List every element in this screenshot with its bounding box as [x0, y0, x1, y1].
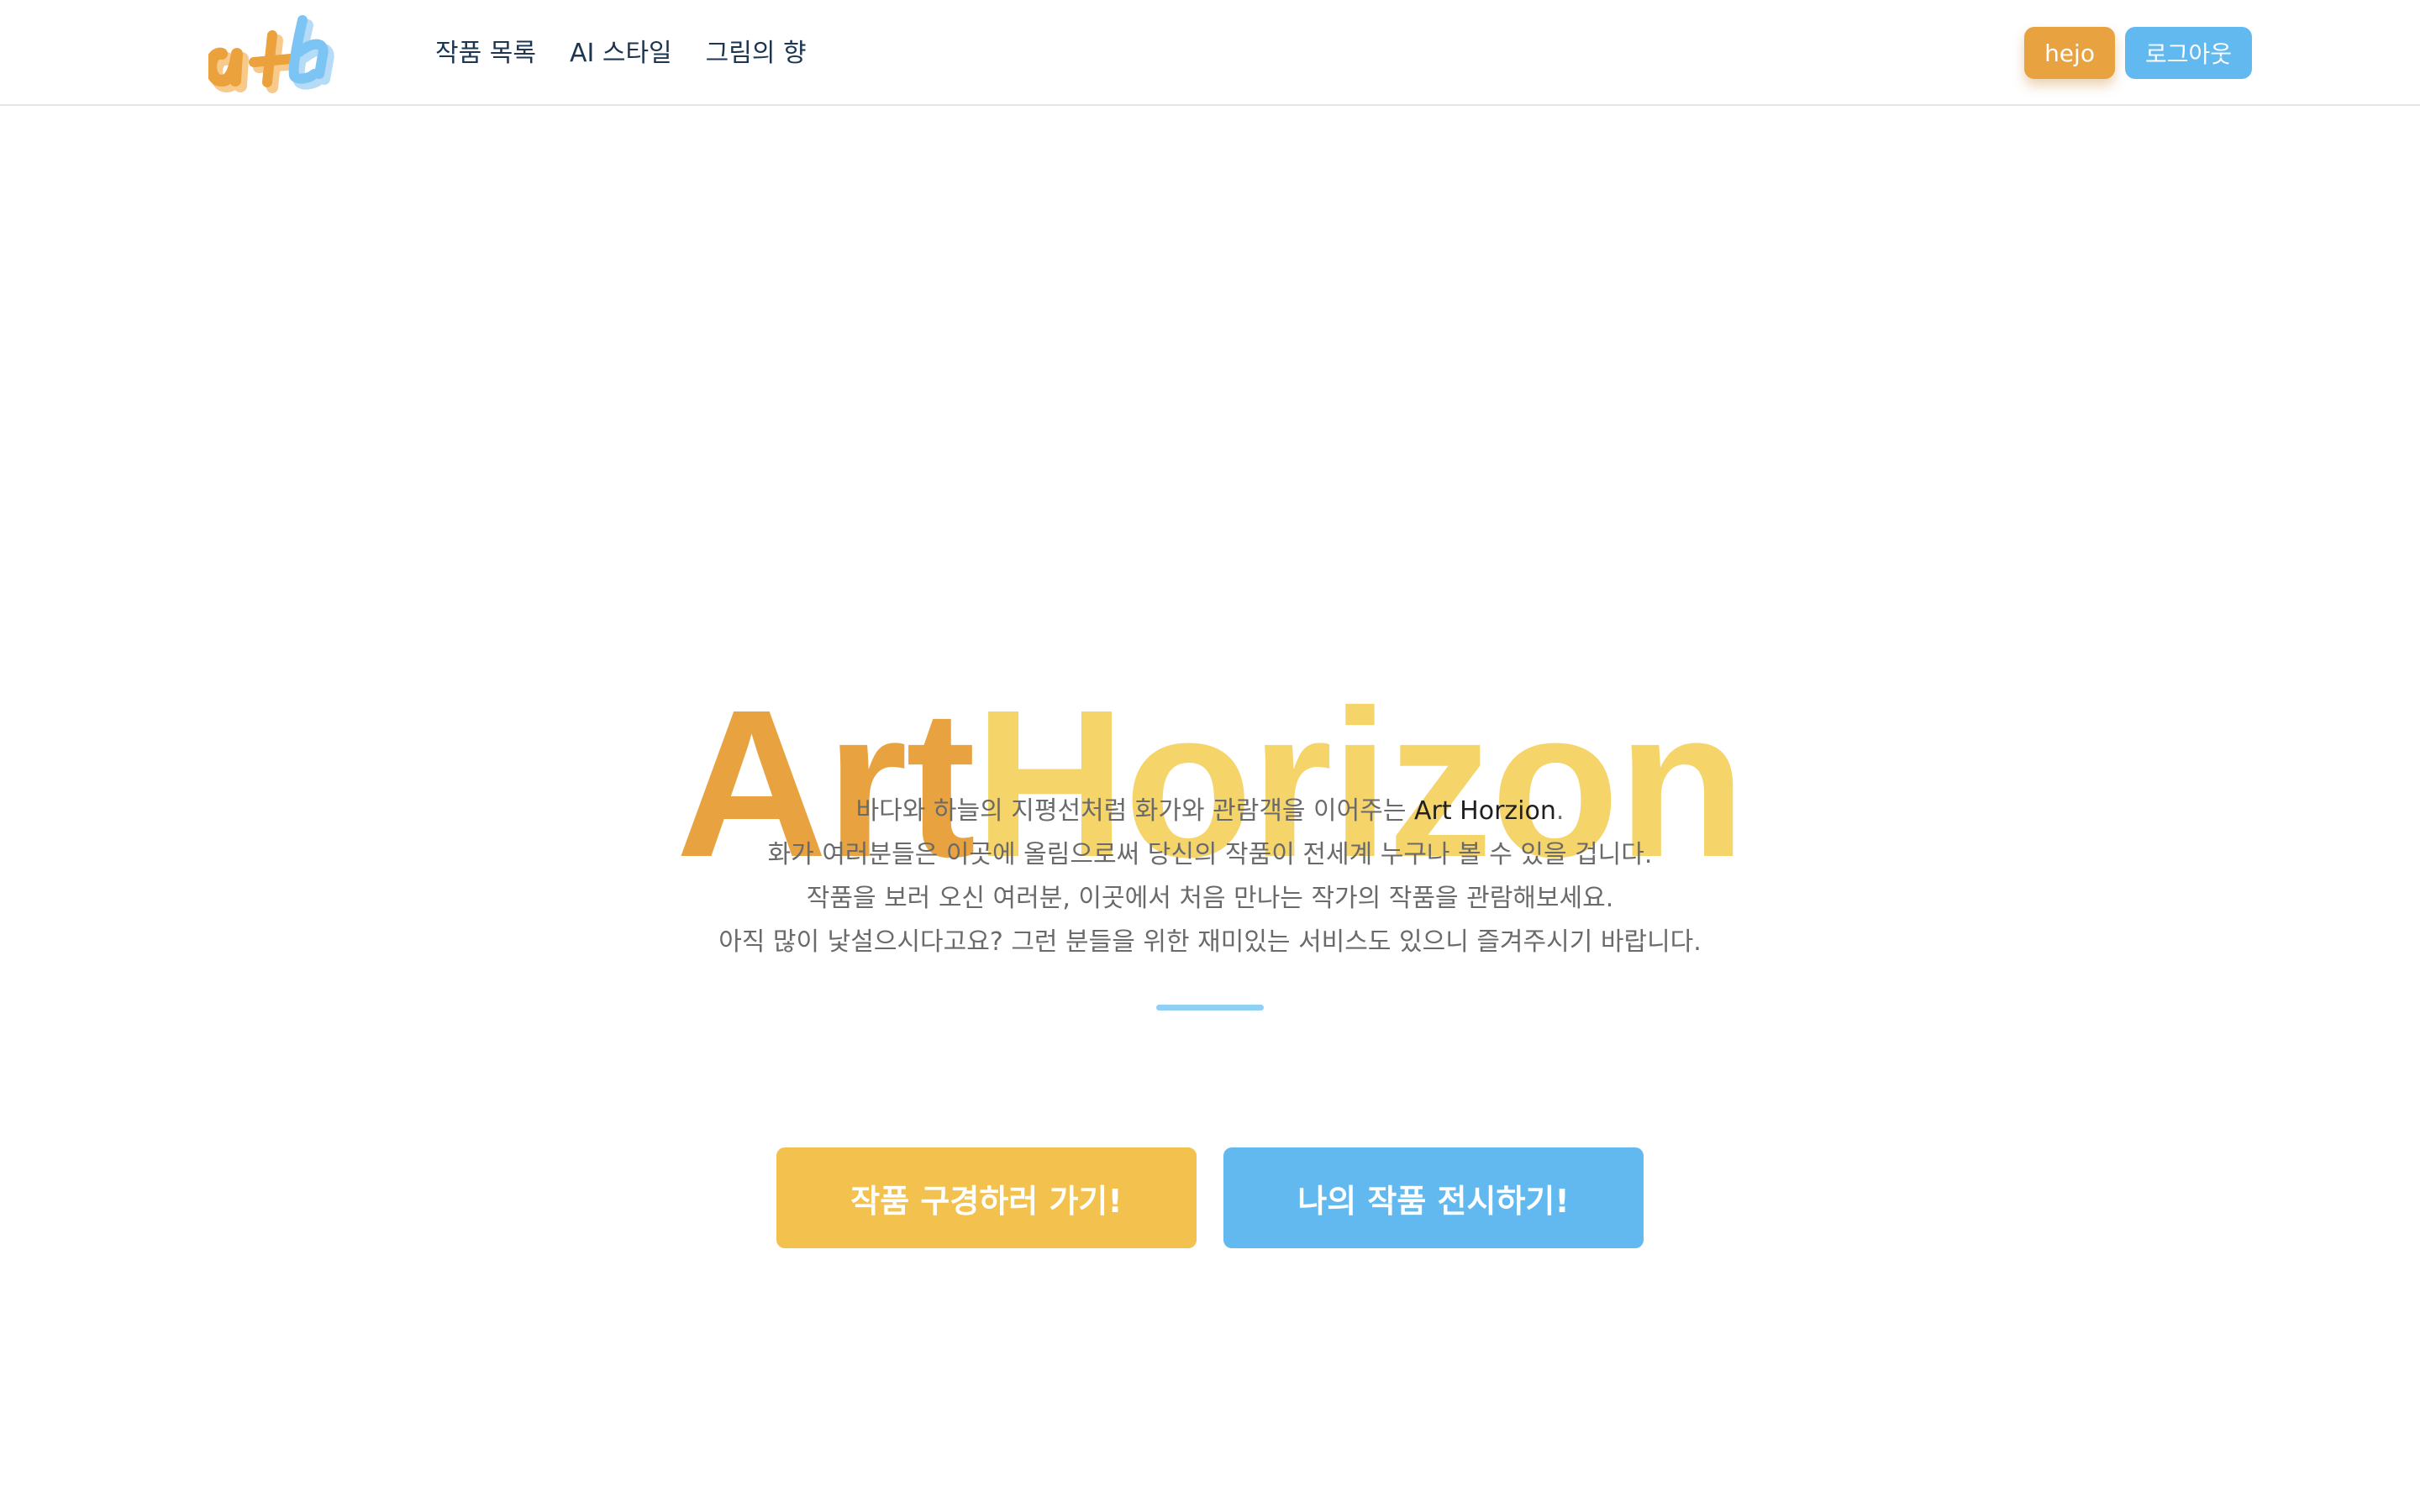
user-profile-button[interactable]: hejo	[2024, 27, 2115, 79]
intro-line-1-suffix: .	[1555, 796, 1565, 826]
logo-icon[interactable]	[208, 13, 351, 94]
logout-button[interactable]: 로그아웃	[2124, 27, 2252, 79]
nav-link-scent-of-painting[interactable]: 그림의 향	[706, 32, 807, 69]
navbar: 작품 목록 AI 스타일 그림의 향 hejo 로그아웃	[0, 0, 2420, 106]
cta-group: 작품 구경하러 가기! 나의 작품 전시하기!	[776, 1147, 1644, 1248]
intro-line-1-prefix: 바다와 하늘의 지평선처럼 화가와 관람객을 이어주는	[855, 796, 1414, 826]
intro-line-4: 아직 많이 낯설으시다고요? 그런 분들을 위한 재미있는 서비스도 있으니 즐…	[718, 927, 1702, 957]
nav-link-artworks[interactable]: 작품 목록	[435, 32, 536, 69]
intro-text: 바다와 하늘의 지평선처럼 화가와 관람객을 이어주는 Art Horzion.…	[0, 790, 2420, 964]
intro-line-1: 바다와 하늘의 지평선처럼 화가와 관람객을 이어주는 Art Horzion.	[0, 790, 2420, 833]
user-actions: hejo 로그아웃	[2024, 26, 2252, 80]
main-nav: 작품 목록 AI 스타일 그림의 향	[435, 27, 807, 74]
exhibit-my-artwork-button[interactable]: 나의 작품 전시하기!	[1223, 1147, 1644, 1248]
browse-artworks-button[interactable]: 작품 구경하러 가기!	[776, 1147, 1197, 1248]
intro-brand-name: Art Horzion	[1414, 796, 1556, 826]
accent-divider	[1156, 1005, 1264, 1011]
nav-link-ai-style[interactable]: AI 스타일	[570, 32, 672, 69]
intro-line-3: 작품을 보러 오신 여러분, 이곳에서 처음 만나는 작가의 작품을 관람해보세…	[806, 884, 1614, 913]
intro-line-2: 화가 여러분들은 이곳에 올림으로써 당신의 작품이 전세계 누구나 볼 수 있…	[767, 840, 1653, 869]
page: 작품 목록 AI 스타일 그림의 향 hejo 로그아웃 ArtHorizon …	[0, 0, 2420, 1512]
